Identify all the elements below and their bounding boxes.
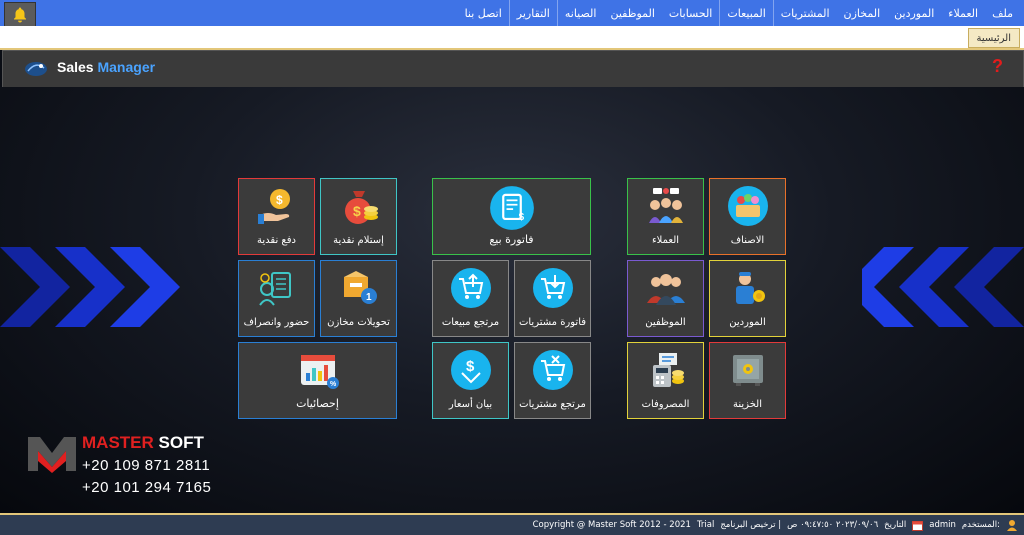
tile-cash-receipt-label: إستلام نقدية <box>333 235 384 246</box>
price-down-icon: $ <box>450 350 491 390</box>
cart-download-icon <box>532 268 573 308</box>
menu-accounts[interactable]: الحسابات <box>662 0 719 26</box>
status-date-label: التاريخ <box>884 520 907 530</box>
tile-suppliers-label: الموردين <box>729 317 766 328</box>
tile-cash-payment[interactable]: $ دفع نقدية <box>238 178 315 255</box>
status-datetime: ٢٠٢٣/٠٩/٠٦ ٠٩:٤٧:٥٠ ص <box>787 520 879 530</box>
cart-upload-icon <box>450 268 491 308</box>
help-icon[interactable]: ? <box>992 56 1003 77</box>
delivery-man-icon <box>735 272 765 304</box>
app-title-part1: Sales <box>57 59 94 75</box>
svg-text:$: $ <box>518 212 524 223</box>
master-soft-brand: MASTER SOFT <box>82 433 204 453</box>
tile-sales-invoice-label: فاتورة بيع <box>489 233 534 246</box>
status-bar: المستخدم: admin التاريخ ٢٠٢٣/٠٩/٠٦ ٠٩:٤٧… <box>0 513 1024 535</box>
right-chevrons-decoration <box>862 247 1024 327</box>
tile-statistics[interactable]: % إحصائيات <box>238 342 397 419</box>
menu-bar: ملف العملاء الموردين المخازن المشتريات ا… <box>0 0 1024 28</box>
expenses-icon <box>652 353 684 387</box>
svg-text:%: % <box>330 381 337 388</box>
customers-icon <box>648 188 683 223</box>
menu-stores[interactable]: المخازن <box>837 0 888 26</box>
status-items: المستخدم: admin التاريخ ٢٠٢٣/٠٩/٠٦ ٠٩:٤٧… <box>533 515 1018 535</box>
tile-treasury[interactable]: الخزينة <box>709 342 786 419</box>
status-copyright: Copyright @ Master Soft 2012 - 2021 <box>532 520 691 530</box>
master-soft-logo-icon <box>28 437 76 473</box>
app-header: Sales Manager ? <box>2 50 1024 88</box>
status-user-label: المستخدم: <box>961 520 1000 530</box>
tile-expenses-label: المصروفات <box>641 399 690 410</box>
tile-attendance-label: حضور وانصراف <box>243 317 310 328</box>
app-logo-icon <box>25 62 47 76</box>
menu-items: ملف العملاء الموردين المخازن المشتريات ا… <box>458 0 1020 26</box>
tile-employees[interactable]: الموظفين <box>627 260 704 337</box>
menu-purchases[interactable]: المشتريات <box>774 0 837 26</box>
safe-icon <box>732 355 763 386</box>
tab-home[interactable]: الرئيسية <box>967 28 1020 48</box>
menu-file[interactable]: ملف <box>985 0 1020 26</box>
menu-customers[interactable]: العملاء <box>941 0 985 26</box>
svg-text:$: $ <box>466 358 475 375</box>
tile-price-quote[interactable]: $ بيان أسعار <box>432 342 509 419</box>
brand-part1: MASTER <box>82 433 154 452</box>
main-dashboard: الاصناف العملاء $ فاتورة بيع $ إستلام نق… <box>0 87 1024 513</box>
tile-sales-return[interactable]: مرتجع مبيعات <box>432 260 509 337</box>
menu-contact[interactable]: اتصل بنا <box>458 0 509 26</box>
money-bag-icon: $ <box>344 191 378 224</box>
tile-customers-label: العملاء <box>651 235 680 246</box>
svg-text:1: 1 <box>366 292 372 303</box>
tile-cash-receipt[interactable]: $ إستلام نقدية <box>320 178 397 255</box>
menu-suppliers[interactable]: الموردين <box>887 0 941 26</box>
tile-purchase-return-label: مرتجع مشتريات <box>519 399 586 410</box>
left-chevrons-decoration <box>0 247 180 327</box>
user-icon <box>1007 520 1017 531</box>
menu-employees[interactable]: الموظفين <box>603 0 661 26</box>
phone-2: +20 101 294 7165 <box>82 479 212 496</box>
tile-expenses[interactable]: المصروفات <box>627 342 704 419</box>
tile-treasury-label: الخزينة <box>733 399 762 410</box>
svg-text:$: $ <box>353 203 361 219</box>
tab-strip: الرئيسية <box>0 26 1024 50</box>
svg-text:$: $ <box>276 193 283 207</box>
tile-sales-invoice[interactable]: $ فاتورة بيع <box>432 178 591 255</box>
box-transfer-icon: 1 <box>343 271 377 304</box>
tile-suppliers[interactable]: الموردين <box>709 260 786 337</box>
menu-maintenance[interactable]: الصيانه <box>558 0 604 26</box>
products-icon <box>727 186 768 226</box>
statistics-icon: % <box>300 355 339 389</box>
tile-sales-return-label: مرتجع مبيعات <box>441 317 500 328</box>
tile-price-quote-label: بيان أسعار <box>448 399 493 410</box>
tile-employees-label: الموظفين <box>645 317 686 328</box>
tile-items-label: الاصناف <box>730 235 765 246</box>
tile-statistics-label: إحصائيات <box>296 397 339 410</box>
tile-customers[interactable]: العملاء <box>627 178 704 255</box>
menu-reports[interactable]: التقارير <box>508 0 558 26</box>
employees-icon <box>646 274 685 305</box>
tile-items[interactable]: الاصناف <box>709 178 786 255</box>
brand-part2: SOFT <box>153 433 204 452</box>
tile-store-transfers-label: تحويلات مخازن <box>327 317 390 328</box>
hand-coin-icon: $ <box>257 189 290 224</box>
calendar-icon <box>912 520 924 531</box>
tile-purchase-return[interactable]: مرتجع مشتريات <box>514 342 591 419</box>
tile-store-transfers[interactable]: 1 تحويلات مخازن <box>320 260 397 337</box>
status-license-label: ترخيص البرنامج | <box>720 520 782 530</box>
attendance-icon <box>258 272 291 306</box>
status-user: admin <box>929 520 956 530</box>
tile-purchase-invoice[interactable]: فاتورة مشتريات <box>514 260 591 337</box>
app-title-part2: Manager <box>97 59 156 75</box>
status-license: Trial <box>696 520 715 530</box>
tile-purchase-invoice-label: فاتورة مشتريات <box>518 317 587 328</box>
invoice-icon: $ <box>489 186 534 230</box>
tile-cash-payment-label: دفع نقدية <box>257 235 296 246</box>
tile-attendance[interactable]: حضور وانصراف <box>238 260 315 337</box>
cart-cancel-icon <box>532 350 573 390</box>
bell-icon <box>14 7 26 23</box>
app-title: Sales Manager <box>57 59 155 75</box>
phone-1: +20 109 871 2811 <box>82 457 211 474</box>
menu-sales[interactable]: المبيعات <box>719 0 774 26</box>
notifications-button[interactable] <box>4 2 36 28</box>
